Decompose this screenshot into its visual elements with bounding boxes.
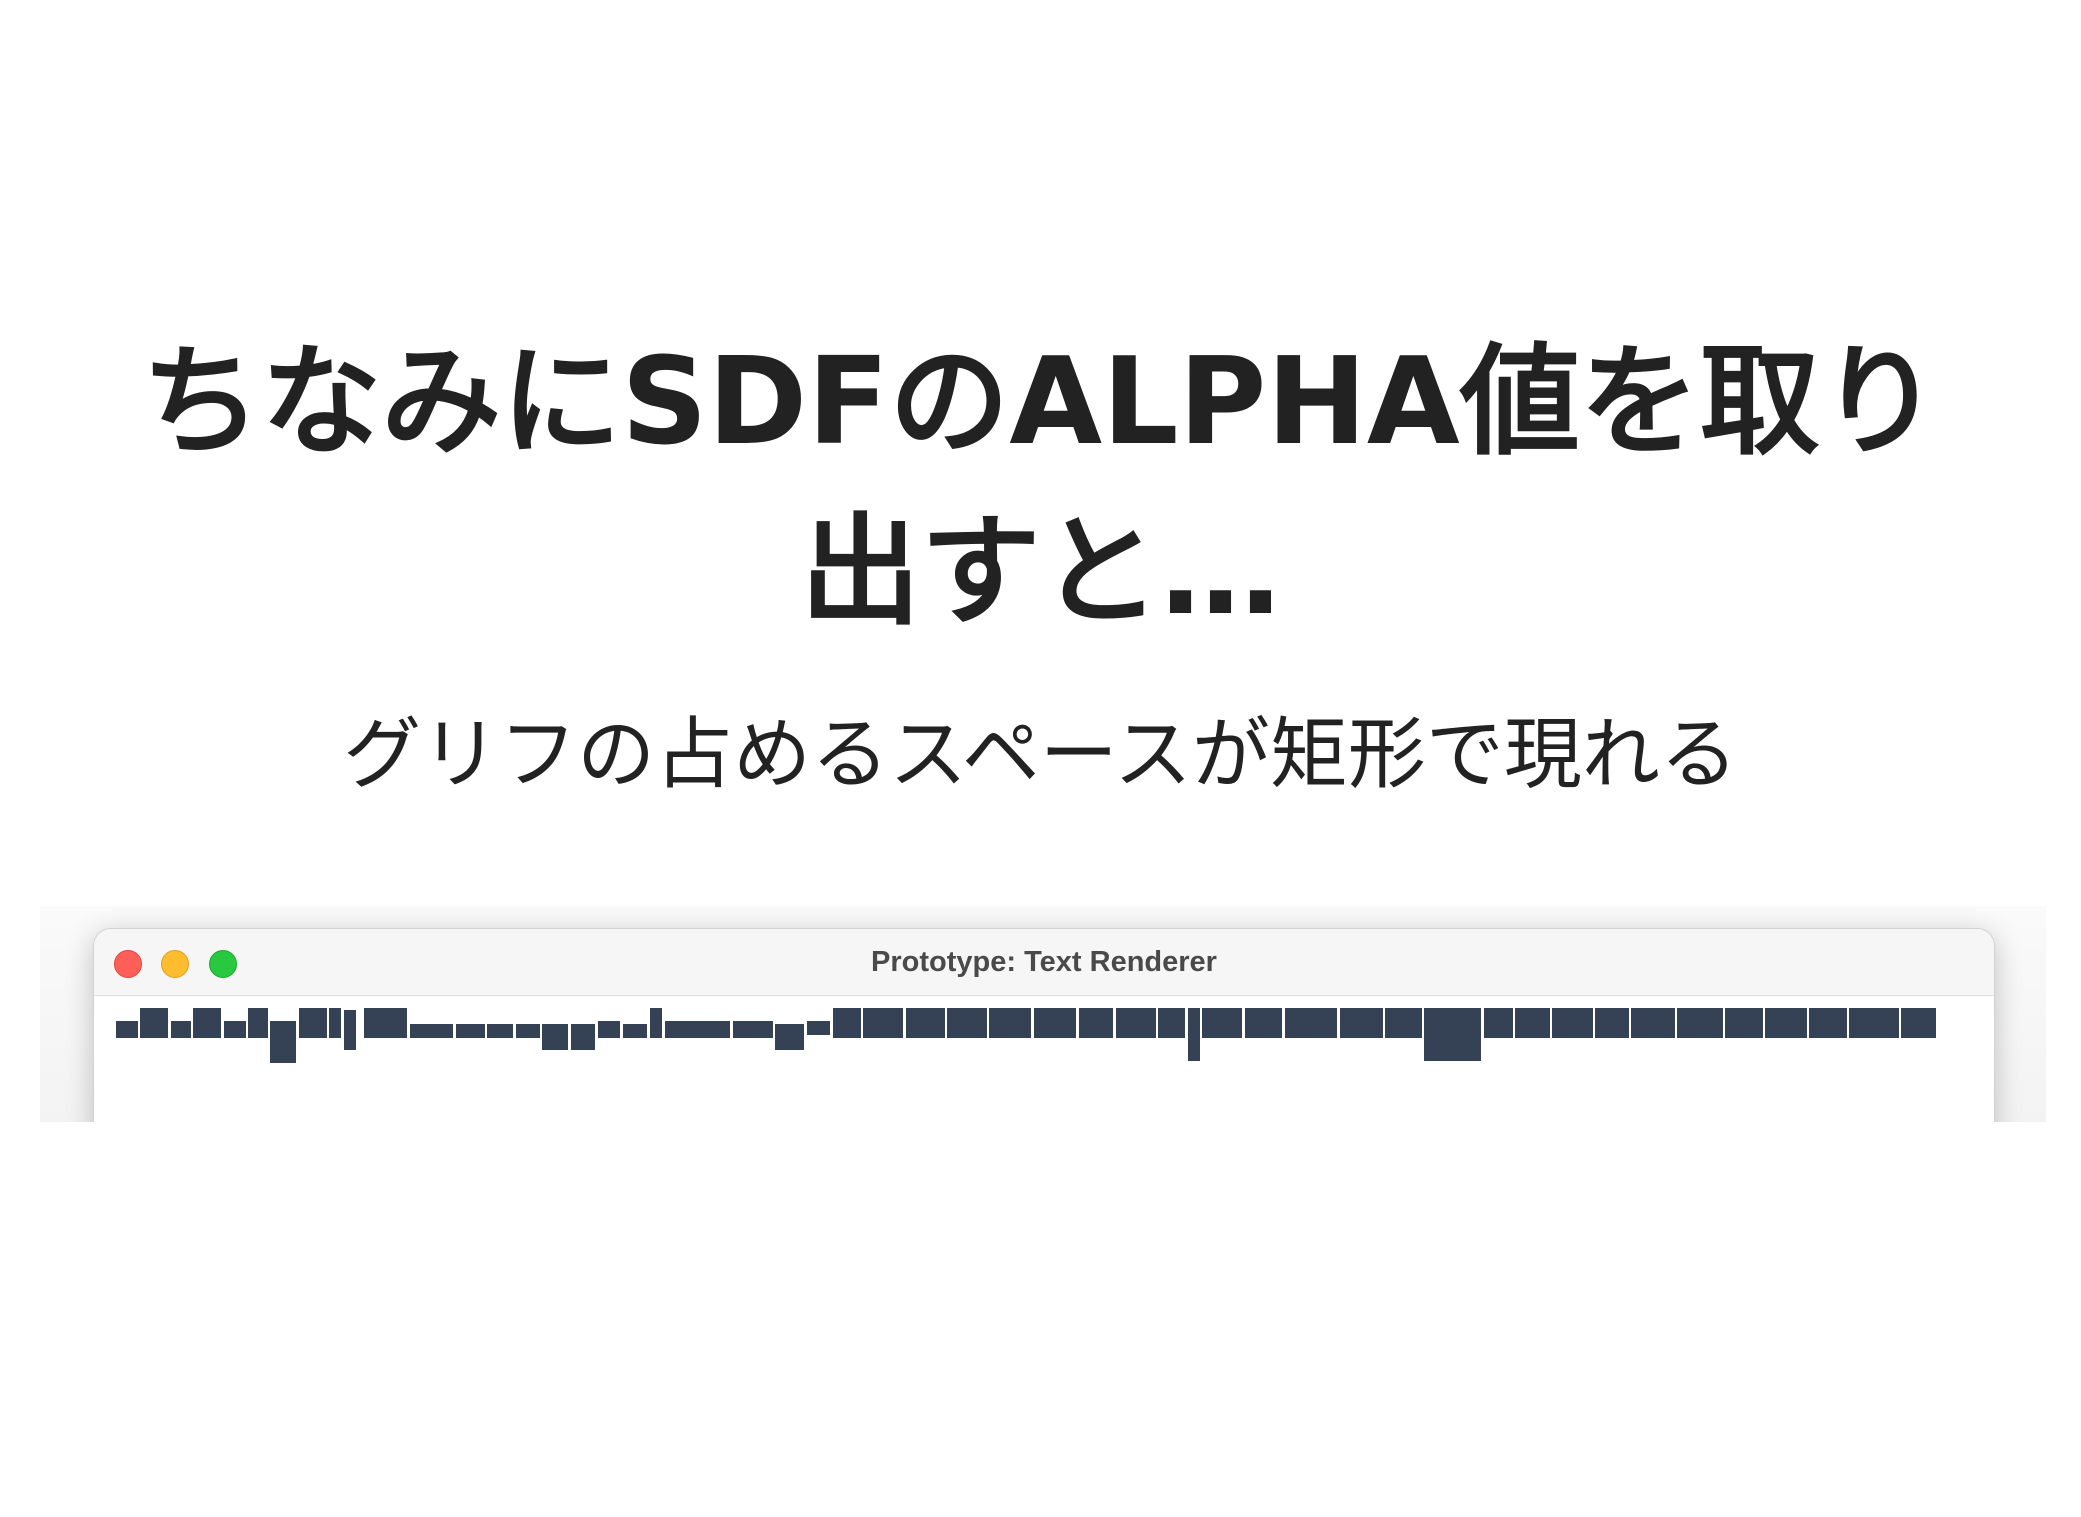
glyph-rect bbox=[863, 1008, 903, 1038]
app-window-screenshot: Prototype: Text Renderer bbox=[40, 906, 2046, 1122]
glyph-rect bbox=[1424, 1008, 1481, 1061]
render-canvas bbox=[94, 996, 1994, 1122]
glyph-rect bbox=[344, 1010, 356, 1050]
glyph-rect bbox=[329, 1008, 341, 1038]
glyph-rect bbox=[1079, 1008, 1113, 1038]
glyph-rect bbox=[1677, 1008, 1723, 1038]
glyph-rect bbox=[171, 1021, 191, 1038]
app-window: Prototype: Text Renderer bbox=[93, 928, 1995, 1122]
glyph-rect bbox=[1552, 1008, 1593, 1038]
glyph-rect bbox=[1631, 1008, 1675, 1038]
glyph-rect bbox=[650, 1008, 662, 1038]
glyph-rect bbox=[906, 1008, 945, 1038]
glyph-rect bbox=[1725, 1008, 1763, 1038]
glyph-rect bbox=[733, 1021, 773, 1038]
glyph-rect bbox=[542, 1024, 568, 1050]
glyph-rect bbox=[1158, 1008, 1185, 1038]
window-title: Prototype: Text Renderer bbox=[871, 946, 1217, 978]
glyph-rect bbox=[623, 1024, 647, 1038]
slide-title-line-2: 出すと… bbox=[800, 503, 1281, 642]
slide-subtitle: グリフの占めるスペースが矩形で現れる bbox=[343, 710, 1738, 800]
glyph-rect bbox=[364, 1008, 407, 1038]
glyph-rect bbox=[1515, 1008, 1550, 1038]
glyph-rect bbox=[1116, 1008, 1156, 1038]
glyph-rect bbox=[1202, 1008, 1242, 1038]
glyph-rect bbox=[456, 1024, 485, 1038]
glyph-rect bbox=[665, 1021, 730, 1038]
glyph-rect bbox=[299, 1008, 327, 1038]
glyph-rect bbox=[1595, 1008, 1629, 1038]
glyph-rect bbox=[1034, 1008, 1076, 1038]
glyph-rect bbox=[989, 1008, 1031, 1038]
glyph-rect bbox=[1809, 1008, 1847, 1038]
glyph-rect bbox=[1285, 1008, 1337, 1038]
glyph-rect bbox=[193, 1008, 221, 1038]
glyph-rect bbox=[1340, 1008, 1383, 1038]
glyph-rect bbox=[775, 1024, 804, 1050]
slide-title-line-1: ちなみにSDFのALPHA値を取り bbox=[141, 333, 1940, 472]
glyph-rect bbox=[1849, 1008, 1899, 1038]
glyph-rect bbox=[947, 1008, 987, 1038]
glyph-rect bbox=[1188, 1008, 1200, 1061]
glyph-rectangle-row bbox=[94, 996, 1994, 1116]
glyph-rect bbox=[248, 1008, 268, 1038]
window-titlebar[interactable]: Prototype: Text Renderer bbox=[94, 929, 1994, 996]
glyph-rect bbox=[571, 1024, 595, 1050]
glyph-rect bbox=[833, 1008, 861, 1038]
glyph-rect bbox=[1765, 1008, 1807, 1038]
glyph-rect bbox=[1385, 1008, 1422, 1038]
glyph-rect bbox=[1245, 1008, 1282, 1038]
glyph-rect bbox=[270, 1021, 296, 1063]
glyph-rect bbox=[140, 1008, 168, 1038]
glyph-rect bbox=[1484, 1008, 1513, 1038]
glyph-rect bbox=[598, 1021, 620, 1038]
glyph-rect bbox=[807, 1021, 830, 1035]
glyph-rect bbox=[116, 1021, 138, 1038]
glyph-rect bbox=[410, 1024, 453, 1038]
glyph-rect bbox=[1901, 1008, 1936, 1038]
slide: ちなみにSDFのALPHA値を取り 出すと… グリフの占めるスペースが矩形で現れ… bbox=[0, 0, 2081, 1517]
glyph-rect bbox=[516, 1024, 540, 1038]
slide-title: ちなみにSDFのALPHA値を取り 出すと… bbox=[60, 318, 2021, 658]
glyph-rect bbox=[224, 1021, 246, 1038]
glyph-rect bbox=[487, 1024, 513, 1038]
